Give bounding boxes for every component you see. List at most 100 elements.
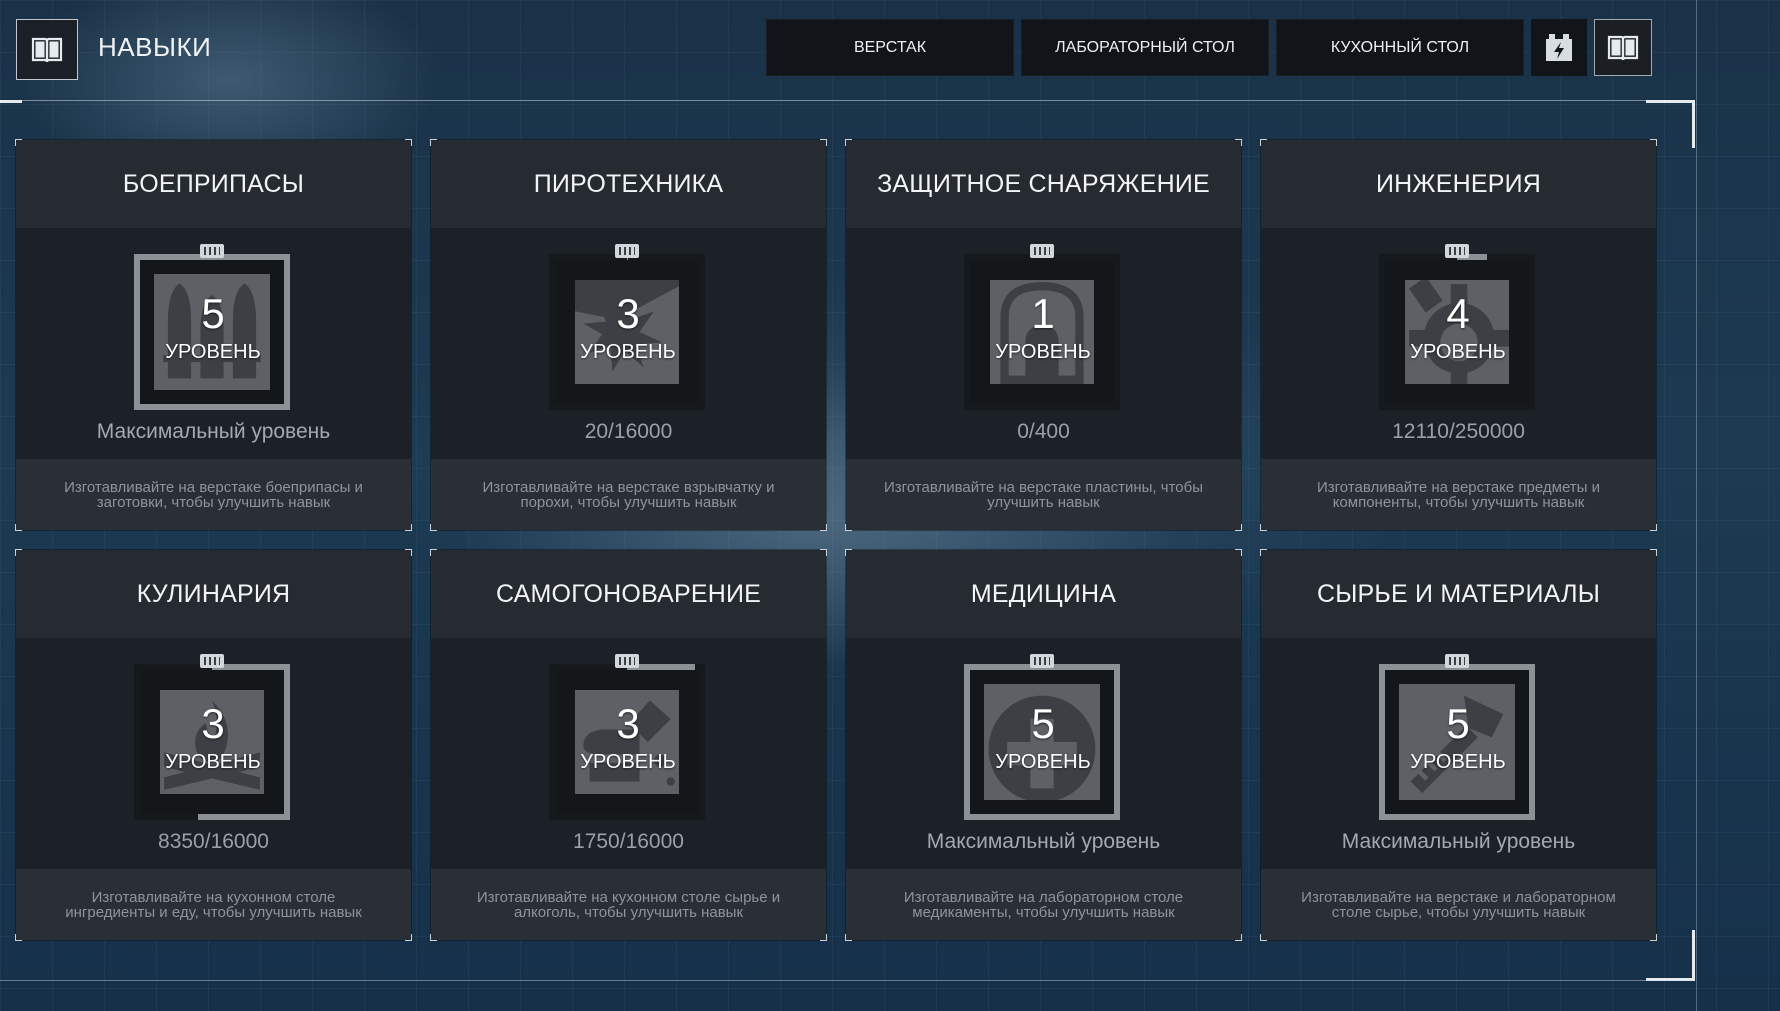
skill-level-number: 1 [1031,290,1055,337]
progress-frame-segment [198,814,290,820]
skill-badge: 5 УРОВЕНЬ [1379,654,1537,820]
skill-badge: 3 УРОВЕНЬ [134,654,292,820]
card-corner [845,139,852,146]
card-corner [430,139,437,146]
skill-card-8[interactable]: СЫРЬЕ И МАТЕРИАЛЫ 5 УРОВЕНЬ Максимальный… [1260,549,1657,941]
card-corner [1260,139,1267,146]
skill-description: Изготавливайте на верстаке предметы и ко… [1261,459,1656,530]
skill-progress: Максимальный уровень [926,830,1161,853]
skill-badge-area: 5 УРОВЕНЬ Максимальный уровень [16,228,411,459]
badge-clip-icon [615,654,639,668]
card-corner [1650,139,1657,146]
skill-progress: Максимальный уровень [96,420,331,443]
skill-level-number: 5 [1031,700,1055,747]
card-corner [430,524,437,531]
battery-icon [1546,33,1572,61]
skill-badge-area: 5 УРОВЕНЬ Максимальный уровень [846,638,1241,869]
tab-kitchen-table[interactable]: КУХОННЫЙ СТОЛ [1276,19,1524,76]
badge-clip-icon [1030,244,1054,258]
book-icon [31,37,63,62]
tab-lab-table[interactable]: ЛАБОРАТОРНЫЙ СТОЛ [1021,19,1269,76]
card-corner [15,934,22,941]
skill-badge: 1 УРОВЕНЬ [964,244,1122,410]
frame-corner [1646,100,1695,103]
skill-description: Изготавливайте на верстаке и лабораторно… [1261,869,1656,940]
skill-card-6[interactable]: САМОГОНОВАРЕНИЕ 3 УРОВЕНЬ 1750/16000 Изг… [430,549,827,941]
card-corner [1235,139,1242,146]
card-corner [1650,549,1657,556]
skill-progress: 20/16000 [584,420,673,443]
card-corner [430,934,437,941]
skill-card-7[interactable]: МЕДИЦИНА 5 УРОВЕНЬ Максимальный уровень … [845,549,1242,941]
card-corner [1235,524,1242,531]
card-corner [405,549,412,556]
card-corner [405,934,412,941]
skill-level-number: 5 [201,290,225,337]
skill-level-number: 3 [201,700,225,747]
tab-skills[interactable] [1594,19,1652,76]
skill-progress: 12110/250000 [1392,420,1525,443]
frame-corner [0,100,22,103]
card-corner [405,524,412,531]
card-corner [845,524,852,531]
skill-level-label: УРОВЕНЬ [1410,751,1506,773]
skill-badge-area: 1 УРОВЕНЬ 0/400 [846,228,1241,459]
skill-level-label: УРОВЕНЬ [580,751,676,773]
skill-name: ЗАЩИТНОЕ СНАРЯЖЕНИЕ [846,140,1241,228]
tab-battery[interactable] [1531,19,1587,76]
card-corner [845,934,852,941]
tab-workbench[interactable]: ВЕРСТАК [766,19,1014,76]
card-corner [820,549,827,556]
workbench-tabs: ВЕРСТАК ЛАБОРАТОРНЫЙ СТОЛ КУХОННЫЙ СТОЛ [766,19,1652,76]
skill-badge-area: 4 УРОВЕНЬ 12110/250000 [1261,228,1656,459]
skill-card-1[interactable]: БОЕПРИПАСЫ 5 УРОВЕНЬ Максимальный уровен… [15,139,412,531]
skill-card-3[interactable]: ЗАЩИТНОЕ СНАРЯЖЕНИЕ 1 УРОВЕНЬ 0/400 Изго… [845,139,1242,531]
skill-level-number: 4 [1446,290,1470,337]
page-title: НАВЫКИ [98,32,212,62]
screen-divider [1696,0,1697,1011]
card-corner [820,139,827,146]
skill-badge: 3 УРОВЕНЬ [549,654,707,820]
skill-description: Изготавливайте на верстаке пластины, что… [846,459,1241,530]
skill-level-number: 3 [616,700,640,747]
card-corner [1260,549,1267,556]
skill-card-5[interactable]: КУЛИНАРИЯ 3 УРОВЕНЬ 8350/16000 Изготавли… [15,549,412,941]
skill-level-label: УРОВЕНЬ [165,341,261,363]
card-corner [1235,549,1242,556]
skill-badge: 3 УРОВЕНЬ [549,244,707,410]
book-icon [1607,35,1639,60]
skill-card-2[interactable]: ПИРОТЕХНИКА 3 УРОВЕНЬ 20/16000 Изготавли… [430,139,827,531]
skill-progress: 1750/16000 [573,830,684,853]
skills-book-button[interactable] [16,19,78,80]
skill-description: Изготавливайте на кухонном столе сырье и… [431,869,826,940]
card-corner [1260,934,1267,941]
skill-level-label: УРОВЕНЬ [995,751,1091,773]
skill-progress: 8350/16000 [158,830,269,853]
card-corner [845,549,852,556]
card-corner [1260,524,1267,531]
card-corner [820,934,827,941]
frame-corner [1692,100,1695,148]
frame-corner [1692,930,1695,980]
skill-name: КУЛИНАРИЯ [16,550,411,638]
badge-clip-icon [1445,244,1469,258]
skill-description: Изготавливайте на верстаке взрывчатку и … [431,459,826,530]
badge-clip-icon [200,244,224,258]
skill-progress: Максимальный уровень [1341,830,1576,853]
skill-name: ИНЖЕНЕРИЯ [1261,140,1656,228]
skill-name: САМОГОНОВАРЕНИЕ [431,550,826,638]
skill-description: Изготавливайте на лабораторном столе мед… [846,869,1241,940]
badge-clip-icon [615,244,639,258]
skills-grid: БОЕПРИПАСЫ 5 УРОВЕНЬ Максимальный уровен… [15,139,1657,941]
skill-level-label: УРОВЕНЬ [165,751,261,773]
badge-clip-icon [200,654,224,668]
skill-name: БОЕПРИПАСЫ [16,140,411,228]
skill-level-label: УРОВЕНЬ [1410,341,1506,363]
skill-card-4[interactable]: ИНЖЕНЕРИЯ 4 УРОВЕНЬ 12110/250000 Изготав… [1260,139,1657,531]
skill-badge: 5 УРОВЕНЬ [964,654,1122,820]
skill-level-number: 5 [1446,700,1470,747]
skill-badge-area: 3 УРОВЕНЬ 1750/16000 [431,638,826,869]
frame-top-line [0,100,1692,101]
card-corner [1235,934,1242,941]
skill-badge-area: 5 УРОВЕНЬ Максимальный уровень [1261,638,1656,869]
